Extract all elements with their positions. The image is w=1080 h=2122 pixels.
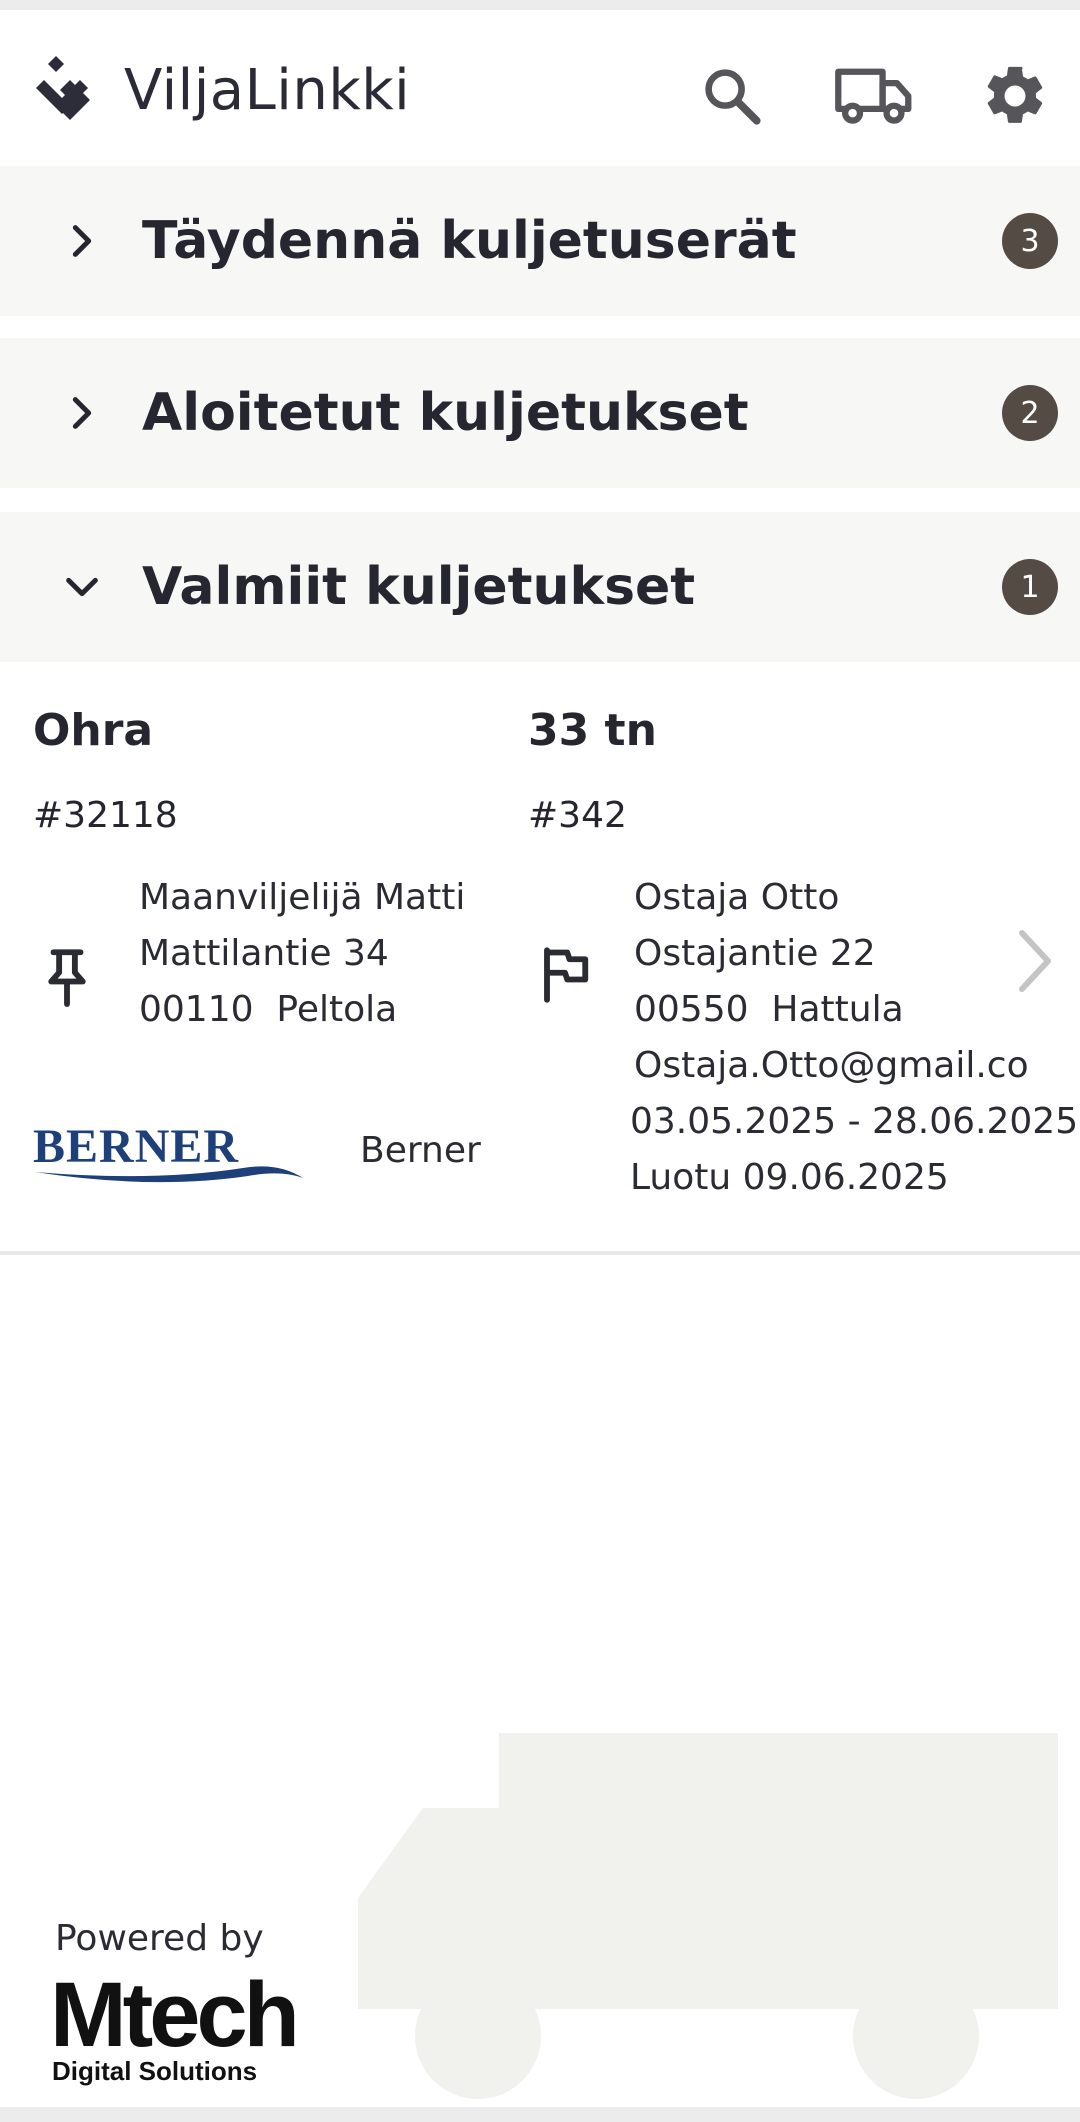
search-button[interactable]	[692, 56, 772, 136]
app-screen: ViljaLinkki Täydennä kuljetuserät 3 Aloi…	[0, 10, 1080, 2107]
app-title: ViljaLinkki	[124, 58, 411, 123]
delivery-card[interactable]: Ohra 33 tn #32118 #342 Maanviljelijä Mat…	[0, 665, 1080, 1255]
chevron-right-icon[interactable]	[1014, 929, 1054, 993]
svg-text:BERNER: BERNER	[33, 1120, 239, 1173]
pin-icon	[48, 949, 86, 1007]
buyer-city: 00550 Hattula	[634, 989, 904, 1030]
product-name: Ohra	[33, 705, 154, 756]
app-header: ViljaLinkki	[0, 10, 1080, 166]
seller-street: Mattilantie 34	[139, 933, 389, 974]
buyer-name: Ostaja Otto	[634, 877, 840, 918]
buyer-id: #342	[528, 795, 627, 836]
flag-icon	[544, 947, 589, 1003]
truck-background-icon	[358, 1733, 1058, 2099]
section-label: Valmiit kuljetukset	[142, 557, 696, 617]
buyer-email: Ostaja.Otto@gmail.co	[634, 1045, 1029, 1086]
count-badge: 3	[1002, 213, 1058, 269]
seller-city: 00110 Peltola	[139, 989, 398, 1030]
section-aloitetut-kuljetukset[interactable]: Aloitetut kuljetukset 2	[0, 338, 1080, 488]
buyer-street: Ostajantie 22	[634, 933, 876, 974]
mtech-logo: Mtech Digital Solutions	[50, 1970, 300, 2086]
viljalinkki-logo-icon	[36, 56, 90, 120]
chevron-right-icon	[72, 397, 92, 429]
deliveries-button[interactable]	[834, 56, 914, 136]
count-badge: 2	[1002, 385, 1058, 441]
date-range: 03.05.2025 - 28.06.2025	[630, 1101, 1079, 1142]
search-icon	[705, 69, 761, 125]
section-taydenna-kuljetuserat[interactable]: Täydennä kuljetuserät 3	[0, 166, 1080, 316]
chevron-right-icon	[72, 225, 92, 257]
svg-text:Mtech: Mtech	[50, 1970, 296, 2066]
created-date: Luotu 09.06.2025	[630, 1157, 949, 1198]
seller-id: #32118	[33, 795, 178, 836]
amount: 33 tn	[528, 705, 657, 756]
truck-icon	[835, 68, 912, 124]
gear-icon	[987, 66, 1043, 123]
carrier-name: Berner	[360, 1130, 481, 1171]
count-badge: 1	[1002, 559, 1058, 615]
powered-by-label: Powered by	[55, 1918, 264, 1959]
section-valmiit-kuljetukset[interactable]: Valmiit kuljetukset 1	[0, 512, 1080, 662]
seller-name: Maanviljelijä Matti	[139, 877, 466, 918]
section-label: Aloitetut kuljetukset	[142, 383, 749, 443]
section-label: Täydennä kuljetuserät	[142, 211, 797, 271]
chevron-down-icon	[66, 577, 98, 597]
settings-button[interactable]	[975, 56, 1055, 136]
berner-logo: BERNER	[33, 1120, 303, 1183]
svg-text:Digital Solutions: Digital Solutions	[52, 2056, 257, 2086]
